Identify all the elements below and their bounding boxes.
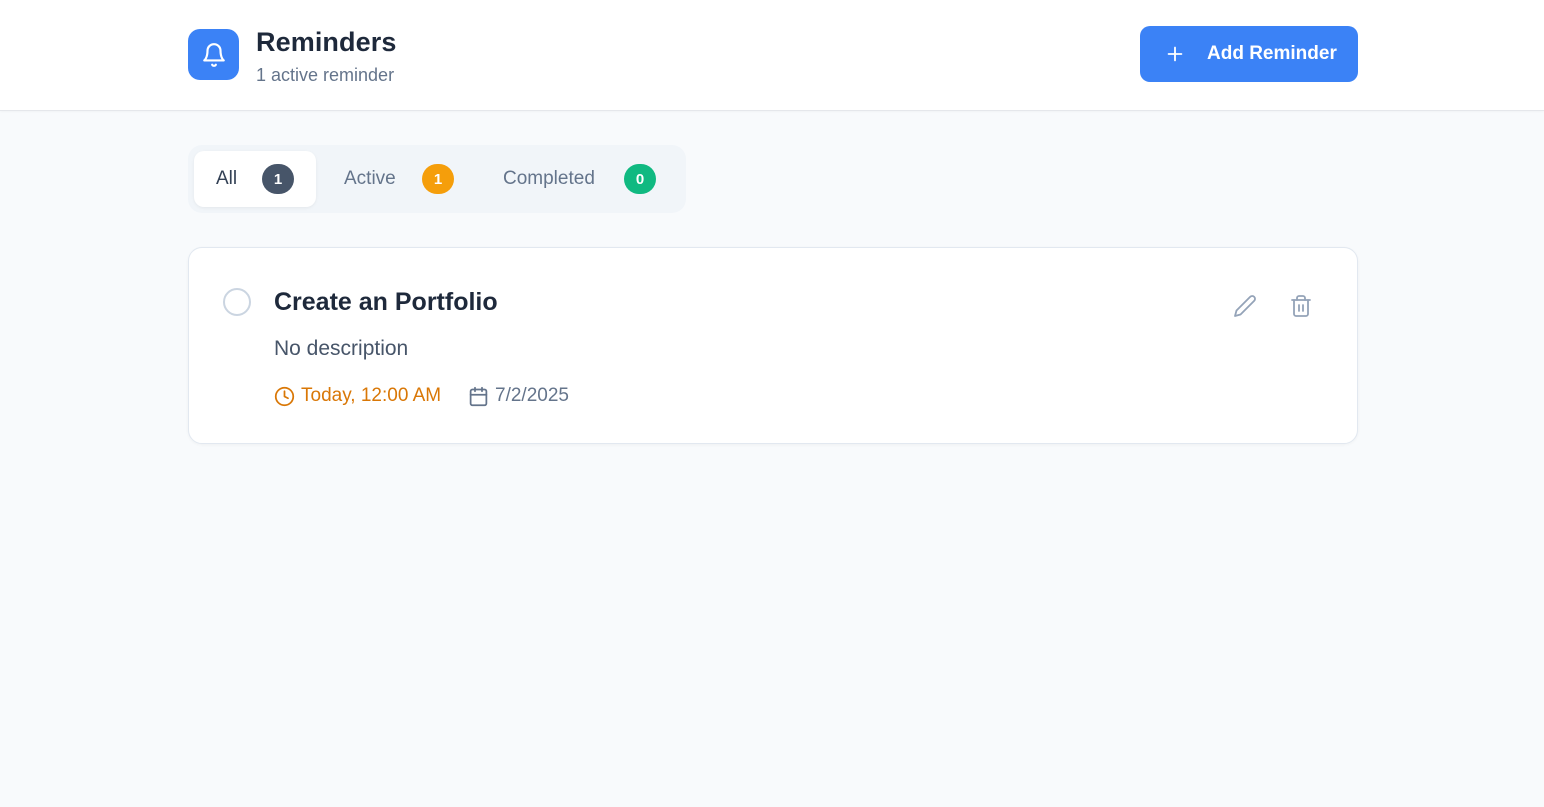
reminder-description: No description <box>274 337 409 360</box>
bell-icon <box>202 42 225 67</box>
reminder-card: Create an Portfolio No description Today… <box>188 247 1358 444</box>
app-logo <box>188 29 239 80</box>
tab-active-count-badge: 1 <box>422 164 454 194</box>
app-header: Reminders 1 active reminder Add Reminder <box>0 0 1544 111</box>
add-reminder-label: Add Reminder <box>1207 43 1337 64</box>
reminder-time: Today, 12:00 AM <box>274 385 441 407</box>
tab-all[interactable]: All 1 <box>194 151 316 207</box>
filter-tabs: All 1 Active 1 Completed 0 <box>188 145 686 213</box>
tab-all-count-badge: 1 <box>262 164 294 194</box>
reminder-time-text: Today, 12:00 AM <box>301 385 442 406</box>
reminder-date: 7/2/2025 <box>468 385 569 407</box>
pencil-icon <box>1234 295 1256 317</box>
tab-active[interactable]: Active 1 <box>322 151 472 207</box>
trash-icon <box>1291 295 1311 317</box>
clock-icon <box>274 386 295 406</box>
complete-toggle-checkbox[interactable] <box>223 288 251 316</box>
tab-completed-count-badge: 0 <box>624 164 656 194</box>
tab-active-label: Active <box>344 168 396 189</box>
tab-completed-label: Completed <box>503 168 595 189</box>
tab-completed[interactable]: Completed 0 <box>481 151 680 207</box>
page-title: Reminders <box>256 27 397 57</box>
add-reminder-button[interactable]: Add Reminder <box>1140 26 1358 82</box>
active-count-subtitle: 1 active reminder <box>256 65 395 85</box>
reminder-date-text: 7/2/2025 <box>495 385 569 406</box>
plus-icon <box>1167 46 1183 62</box>
delete-reminder-button[interactable] <box>1287 292 1315 320</box>
edit-reminder-button[interactable] <box>1231 292 1259 320</box>
reminder-title: Create an Portfolio <box>274 288 498 316</box>
tab-all-label: All <box>216 168 238 189</box>
calendar-icon <box>469 386 488 406</box>
